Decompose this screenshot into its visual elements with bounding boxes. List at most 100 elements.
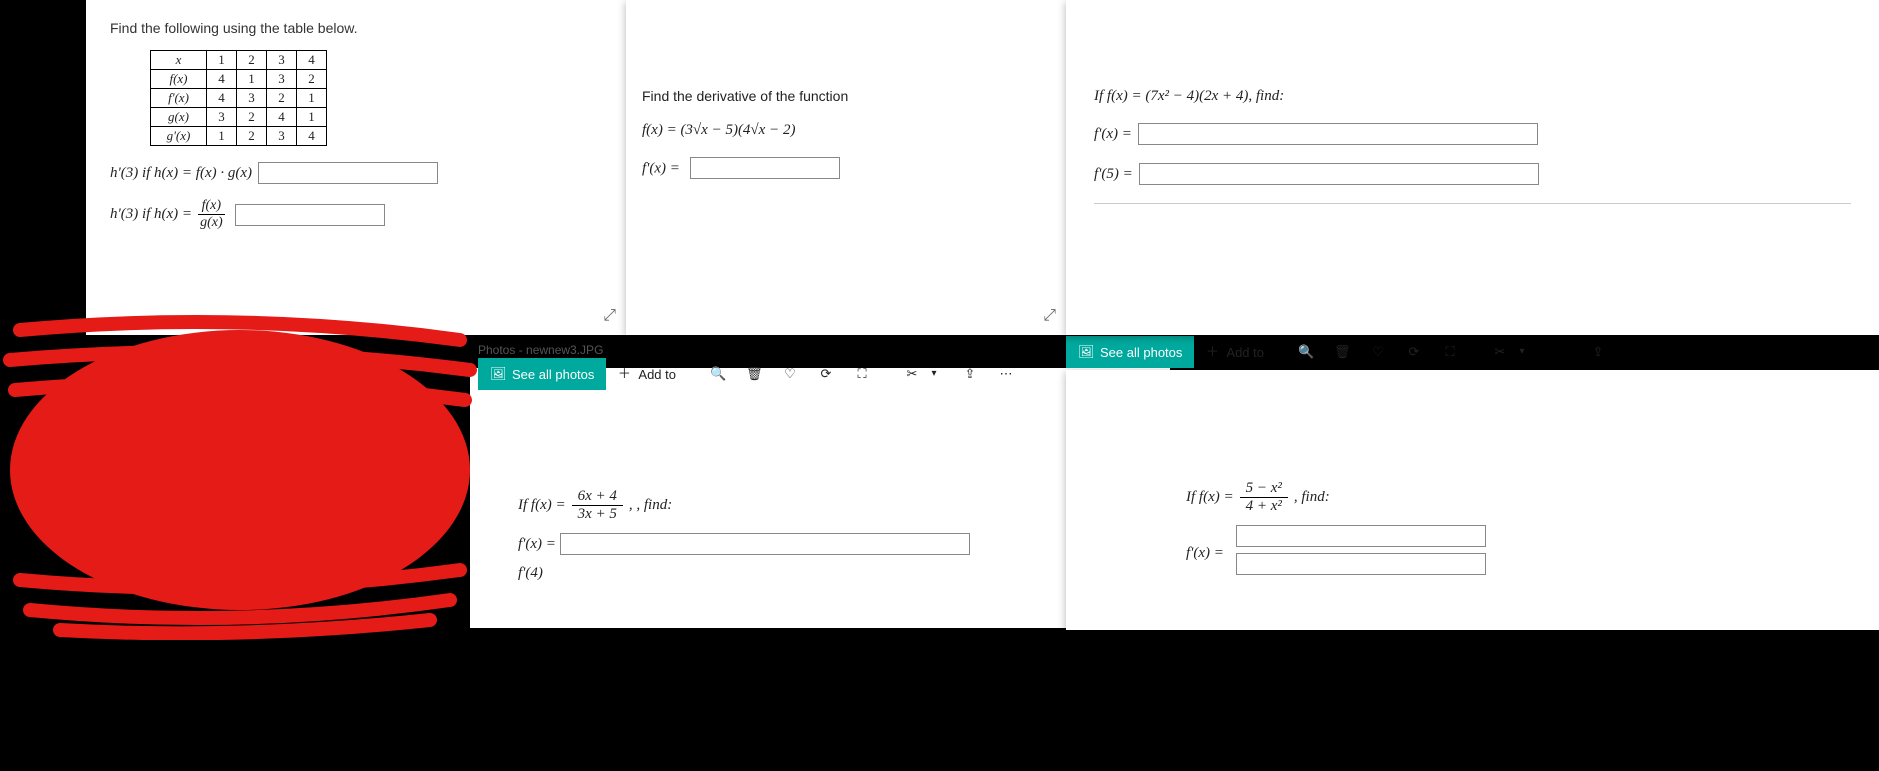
panel-quotient-linear: If f(x) = 6x + 4 3x + 5 , , find: f'(x) … <box>470 368 1170 628</box>
edit-icon: ✂ <box>904 366 920 382</box>
trash-icon: 🗑 <box>746 366 762 382</box>
panel-product-rule: If f(x) = (7x² − 4)(2x + 4), find: f'(x)… <box>1066 0 1879 335</box>
fraction-denominator: 3x + 5 <box>572 506 623 523</box>
zoom-button[interactable]: 🔍 <box>700 360 736 388</box>
chevron-down-icon: ▾ <box>926 366 942 382</box>
fraction-denominator: g(x) <box>196 215 227 231</box>
prompt-row: If f(x) = 6x + 4 3x + 5 , , find: <box>518 488 1150 523</box>
cell: 3 <box>267 51 297 70</box>
see-all-photos-button[interactable]: 🖼 See all photos <box>478 358 606 390</box>
label-fprime-x: f'(x) = <box>1186 545 1224 562</box>
cell: 1 <box>297 89 327 108</box>
cell: 3 <box>207 108 237 127</box>
fraction: f(x) g(x) <box>196 198 227 231</box>
fprime-x-input[interactable] <box>560 533 970 555</box>
prompt-post: , , find: <box>629 497 672 514</box>
row-fprime-x: f'(x) = <box>1094 123 1851 145</box>
cell: 3 <box>237 89 267 108</box>
see-all-label: See all photos <box>1100 345 1182 360</box>
answer-1-input[interactable] <box>258 162 438 184</box>
more-button[interactable]: ⋯ <box>988 360 1024 388</box>
cell: 4 <box>207 89 237 108</box>
cell: 2 <box>237 108 267 127</box>
add-to-label: Add to <box>638 367 676 382</box>
row-label: x <box>151 51 207 70</box>
cell: 3 <box>267 127 297 146</box>
prompt-pre: If f(x) = <box>518 497 566 514</box>
fprime-5-input[interactable] <box>1139 163 1539 185</box>
image-icon: 🖼 <box>490 366 506 382</box>
expand-icon[interactable]: ⤢ <box>1043 307 1056 325</box>
prompt-text: Find the derivative of the function <box>642 88 1050 104</box>
prompt-text: If f(x) = (7x² − 4)(2x + 4), find: <box>1094 88 1851 105</box>
delete-button[interactable]: 🗑 <box>1324 338 1360 366</box>
see-all-photos-button[interactable]: 🖼 See all photos <box>1066 336 1194 368</box>
panel-derivative-sqrt: Find the derivative of the function f(x)… <box>626 0 1066 335</box>
heart-icon: ♡ <box>1370 344 1386 360</box>
crop-icon: ⛶ <box>1442 344 1458 360</box>
cell: 2 <box>267 89 297 108</box>
expand-icon[interactable]: ⤢ <box>603 307 616 325</box>
cell: 1 <box>237 70 267 89</box>
crop-button[interactable]: ⛶ <box>1432 338 1468 366</box>
window-title: Photos - newnew3.JPG <box>470 343 603 357</box>
answer-label: f'(x) = <box>642 161 680 177</box>
label-fprime-x: f'(x) = <box>518 536 556 553</box>
row-fprime-5: f'(5) = <box>1094 163 1851 185</box>
cell: 1 <box>207 127 237 146</box>
question-2: h'(3) if h(x) = f(x) g(x) <box>110 198 602 231</box>
cell: 4 <box>297 127 327 146</box>
more-icon: ⋯ <box>998 366 1014 382</box>
favorite-button[interactable]: ♡ <box>1360 338 1396 366</box>
crop-icon: ⛶ <box>854 366 870 382</box>
add-to-button[interactable]: ＋ Add to <box>606 360 686 388</box>
share-button[interactable]: ⇪ <box>952 360 988 388</box>
favorite-button[interactable]: ♡ <box>772 360 808 388</box>
share-button[interactable]: ⇪ <box>1580 338 1616 366</box>
function-definition: f(x) = (3√x − 5)(4√x − 2) <box>642 122 1050 139</box>
fprime-input-2[interactable] <box>1236 553 1486 575</box>
row-fprime-x: f'(x) = <box>1186 525 1859 581</box>
cell: 1 <box>297 108 327 127</box>
plus-icon: ＋ <box>616 366 632 382</box>
row-fprime-x: f'(x) = <box>518 533 1150 555</box>
question-1-label: h'(3) if h(x) = f(x) · g(x) <box>110 165 252 182</box>
rotate-button[interactable]: ⟳ <box>808 360 844 388</box>
prompt-row: If f(x) = 5 − x² 4 + x² , find: <box>1186 480 1859 515</box>
panel-table-problem: Find the following using the table below… <box>86 0 626 335</box>
cell: 4 <box>297 51 327 70</box>
derivative-input[interactable] <box>690 157 840 179</box>
row-label: g(x) <box>151 108 207 127</box>
photos-toolbar-middle: Photos - newnew3.JPG 🖼 See all photos ＋ … <box>470 330 1170 370</box>
fprime-x-input[interactable] <box>1138 123 1538 145</box>
label-fprime-5: f'(5) = <box>1094 166 1133 183</box>
cell: 4 <box>267 108 297 127</box>
label-fprime-x: f'(x) = <box>1094 126 1132 143</box>
cell: 2 <box>237 127 267 146</box>
row-fprime-4: f'(4) <box>518 565 1150 582</box>
fraction-numerator: 6x + 4 <box>572 488 623 506</box>
image-icon: 🖼 <box>1078 344 1094 360</box>
share-icon: ⇪ <box>962 366 978 382</box>
edit-button[interactable]: ✂▾ <box>1482 338 1540 366</box>
delete-button[interactable]: 🗑 <box>736 360 772 388</box>
rotate-icon: ⟳ <box>1406 344 1422 360</box>
function-table: x 1 2 3 4 f(x) 4 1 3 2 f'(x) 4 3 2 1 g(x… <box>150 50 327 146</box>
fprime-input-1[interactable] <box>1236 525 1486 547</box>
answer-2-input[interactable] <box>235 204 385 226</box>
fraction-denominator: 4 + x² <box>1240 498 1288 515</box>
add-to-button[interactable]: ＋ Add to <box>1194 338 1274 366</box>
redaction-scribble <box>0 300 490 640</box>
rotate-button[interactable]: ⟳ <box>1396 338 1432 366</box>
zoom-icon: 🔍 <box>1298 344 1314 360</box>
row-label: f'(x) <box>151 89 207 108</box>
photos-toolbar-right: 🖼 See all photos ＋ Add to 🔍 🗑 ♡ ⟳ ⛶ ✂▾ ⇪ <box>1066 332 1676 372</box>
question-1: h'(3) if h(x) = f(x) · g(x) <box>110 162 602 184</box>
trash-icon: 🗑 <box>1334 344 1350 360</box>
zoom-button[interactable]: 🔍 <box>1288 338 1324 366</box>
answer-row: f'(x) = <box>642 157 1050 179</box>
cell: 3 <box>267 70 297 89</box>
edit-button[interactable]: ✂▾ <box>894 360 952 388</box>
crop-button[interactable]: ⛶ <box>844 360 880 388</box>
cell: 2 <box>297 70 327 89</box>
